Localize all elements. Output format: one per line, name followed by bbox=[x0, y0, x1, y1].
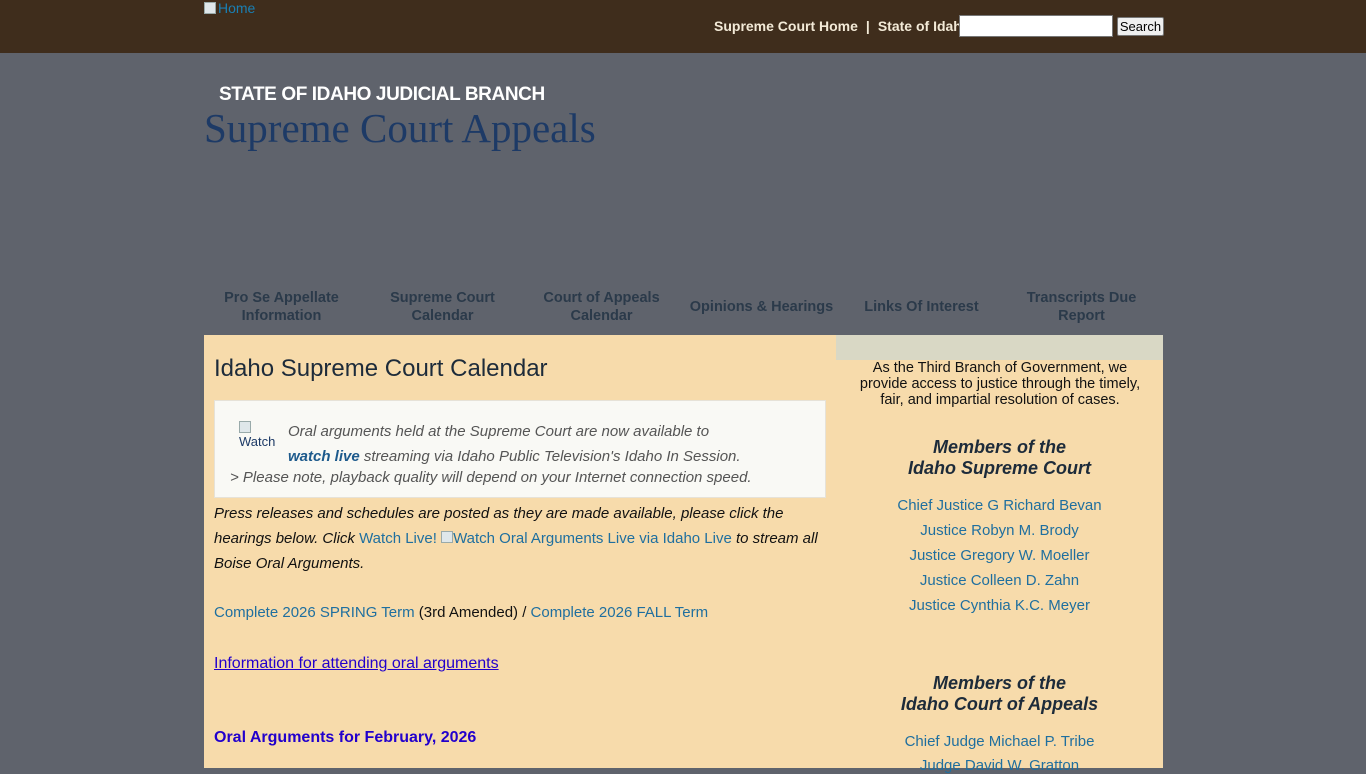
judge-link[interactable]: Chief Judge Michael P. Tribe bbox=[836, 733, 1163, 750]
watch-live-link[interactable]: watch live bbox=[288, 448, 360, 465]
branch-heading: STATE OF IDAHO JUDICIAL BRANCH bbox=[219, 84, 545, 105]
spring-term-link[interactable]: Complete 2026 SPRING Term bbox=[214, 604, 415, 621]
supreme-court-members-heading: Members of the Idaho Supreme Court bbox=[836, 437, 1163, 479]
state-of-idaho-link[interactable]: State of Idaho bbox=[878, 18, 971, 34]
justice-link[interactable]: Justice Gregory W. Moeller bbox=[836, 547, 1163, 564]
nav-pro-se[interactable]: Pro Se Appellate Information bbox=[204, 284, 359, 330]
search-button[interactable]: Search bbox=[1117, 17, 1164, 36]
heading-line: Members of the bbox=[932, 673, 1067, 693]
heading-line: Idaho Court of Appeals bbox=[900, 694, 1099, 714]
press-releases-text: Press releases and schedules are posted … bbox=[214, 501, 824, 576]
main-content: Idaho Supreme Court Calendar Watch Oral … bbox=[204, 335, 836, 768]
supreme-court-home-link[interactable]: Supreme Court Home bbox=[714, 18, 858, 34]
broken-image-icon bbox=[204, 2, 216, 14]
playback-note: > Please note, playback quality will dep… bbox=[230, 469, 752, 486]
page-title: Idaho Supreme Court Calendar bbox=[214, 355, 548, 382]
justice-link[interactable]: Justice Cynthia K.C. Meyer bbox=[836, 597, 1163, 614]
heading-line: Members of the bbox=[932, 437, 1067, 457]
nav-court-of-appeals-calendar[interactable]: Court of Appeals Calendar bbox=[524, 284, 679, 330]
heading-line: Idaho Supreme Court bbox=[907, 458, 1091, 478]
top-links: Supreme Court Home | State of Idaho bbox=[714, 18, 970, 34]
live-text-part1: Oral arguments held at the Supreme Court… bbox=[288, 423, 710, 440]
justice-link[interactable]: Justice Robyn M. Brody bbox=[836, 522, 1163, 539]
watch-oral-arguments-alt: Watch Oral Arguments Live via Idaho Live bbox=[453, 530, 732, 547]
mission-tagline: As the Third Branch of Government, we pr… bbox=[859, 360, 1141, 408]
judge-link[interactable]: Judge David W. Gratton bbox=[836, 757, 1163, 774]
nav-transcripts-due[interactable]: Transcripts Due Report bbox=[1004, 284, 1159, 330]
sidebar: As the Third Branch of Government, we pr… bbox=[836, 335, 1163, 774]
watch-oral-arguments-image-link[interactable]: Watch Oral Arguments Live via Idaho Live bbox=[441, 530, 732, 547]
court-of-appeals-members-heading: Members of the Idaho Court of Appeals bbox=[836, 673, 1163, 715]
watch-image[interactable]: Watch bbox=[239, 421, 279, 451]
watch-image-alt: Watch bbox=[239, 434, 276, 449]
live-stream-notice: Watch Oral arguments held at the Supreme… bbox=[214, 400, 826, 498]
site-title: Supreme Court Appeals bbox=[204, 105, 596, 151]
live-stream-text: Oral arguments held at the Supreme Court… bbox=[288, 419, 741, 469]
term-links: Complete 2026 SPRING Term (3rd Amended) … bbox=[214, 604, 708, 621]
spring-term-note: (3rd Amended) / bbox=[414, 604, 531, 621]
top-bar: Home Supreme Court Home | State of Idaho… bbox=[0, 0, 1366, 53]
link-separator: | bbox=[865, 18, 870, 34]
attending-oral-arguments-link[interactable]: Information for attending oral arguments bbox=[214, 655, 499, 673]
justice-link[interactable]: Chief Justice G Richard Bevan bbox=[836, 497, 1163, 514]
nav-opinions-hearings[interactable]: Opinions & Hearings bbox=[684, 284, 839, 330]
home-logo-link[interactable]: Home bbox=[204, 0, 255, 16]
sidebar-top-strip bbox=[836, 335, 1163, 360]
main-nav: Pro Se Appellate Information Supreme Cou… bbox=[204, 284, 1164, 330]
live-text-part2: streaming via Idaho Public Television's … bbox=[359, 448, 741, 465]
home-logo-alt: Home bbox=[218, 0, 256, 16]
nav-links-of-interest[interactable]: Links Of Interest bbox=[844, 284, 999, 330]
search-input[interactable] bbox=[959, 15, 1113, 37]
fall-term-link[interactable]: Complete 2026 FALL Term bbox=[531, 604, 709, 621]
broken-image-icon bbox=[441, 531, 454, 543]
oral-arguments-february-link[interactable]: Oral Arguments for February, 2026 bbox=[214, 729, 476, 747]
watch-live-link-2[interactable]: Watch Live! bbox=[359, 530, 437, 547]
broken-image-icon bbox=[239, 421, 251, 433]
nav-supreme-court-calendar[interactable]: Supreme Court Calendar bbox=[365, 284, 520, 330]
justice-link[interactable]: Justice Colleen D. Zahn bbox=[836, 572, 1163, 589]
